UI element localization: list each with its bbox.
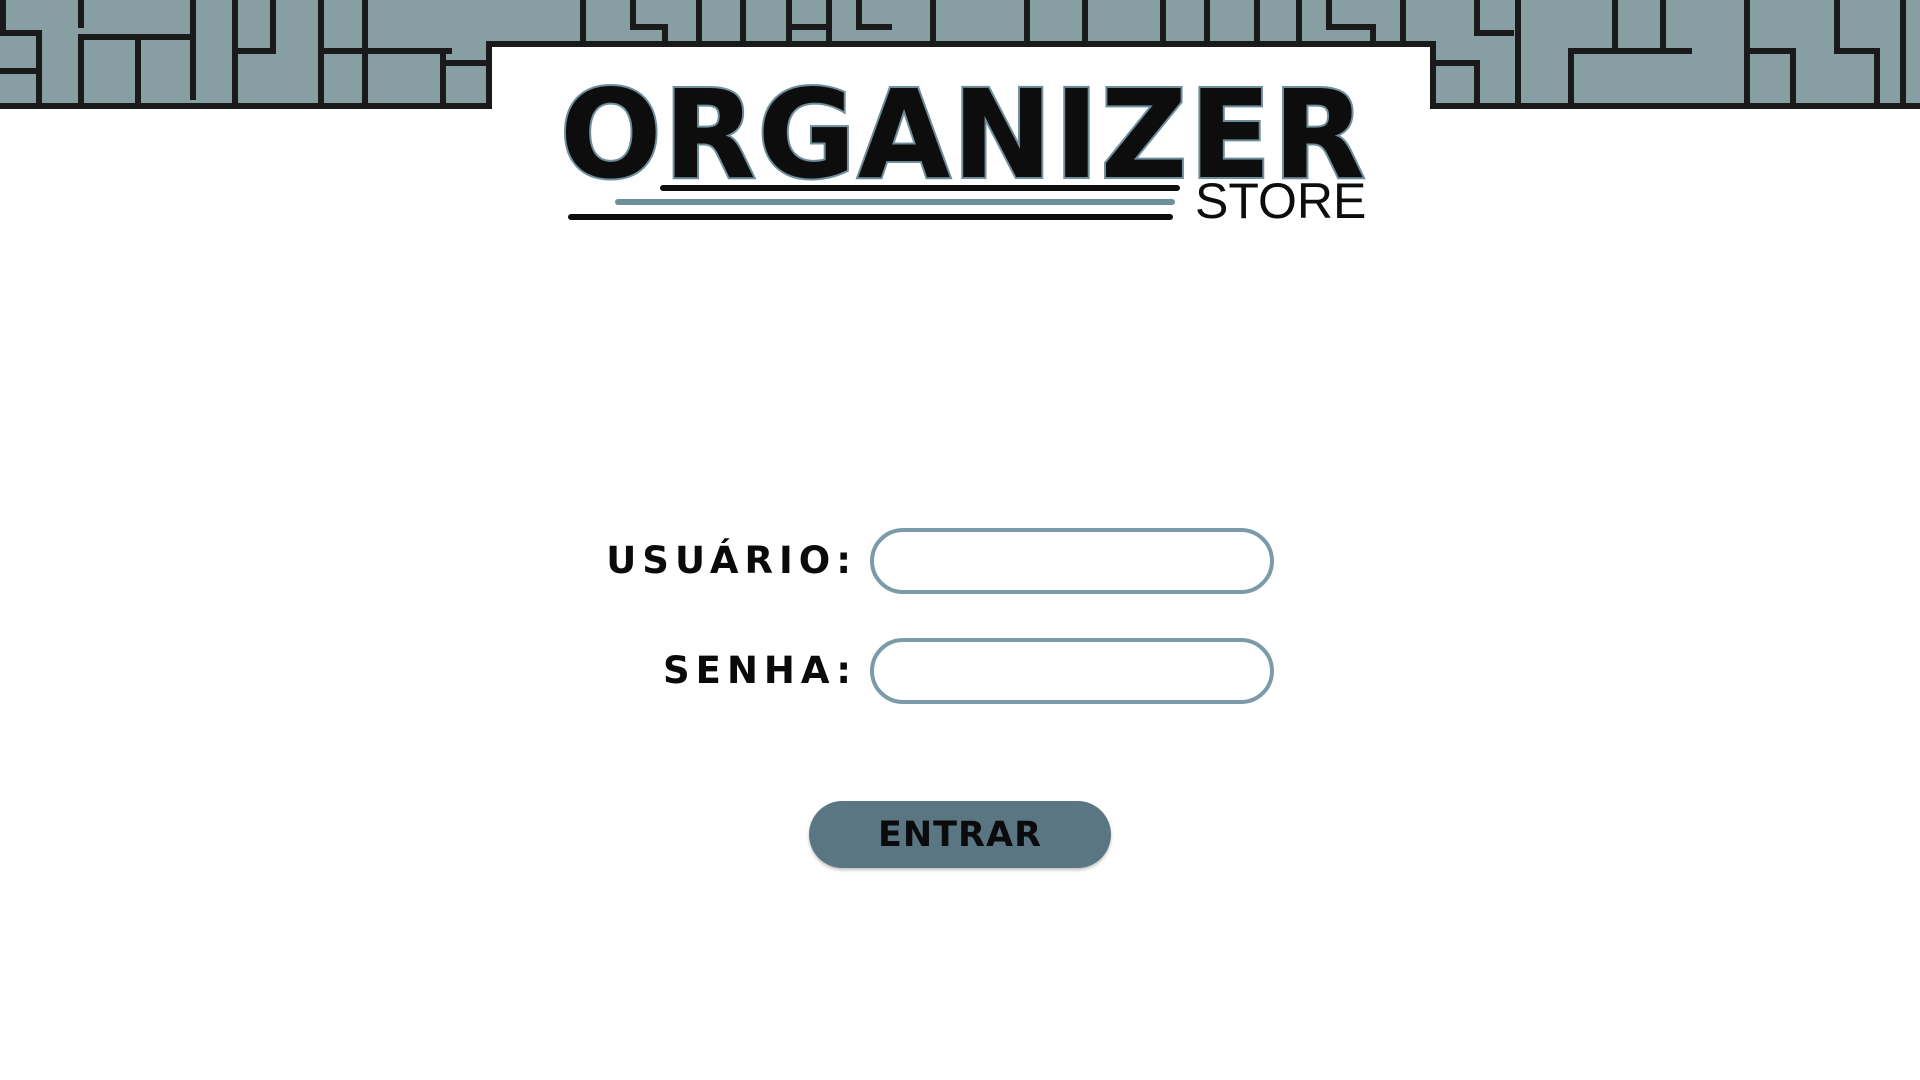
- password-label: SENHA:: [663, 649, 857, 692]
- password-input[interactable]: [870, 638, 1274, 704]
- enter-button[interactable]: ENTRAR: [809, 801, 1111, 868]
- organizer-store-logo: ORGANIZER STORE: [558, 72, 1367, 234]
- username-row: USUÁRIO:: [0, 528, 1920, 594]
- password-row: SENHA:: [0, 638, 1920, 704]
- username-label: USUÁRIO:: [606, 539, 857, 582]
- username-input[interactable]: [870, 528, 1274, 594]
- logo-subtitle: STORE: [1195, 173, 1367, 229]
